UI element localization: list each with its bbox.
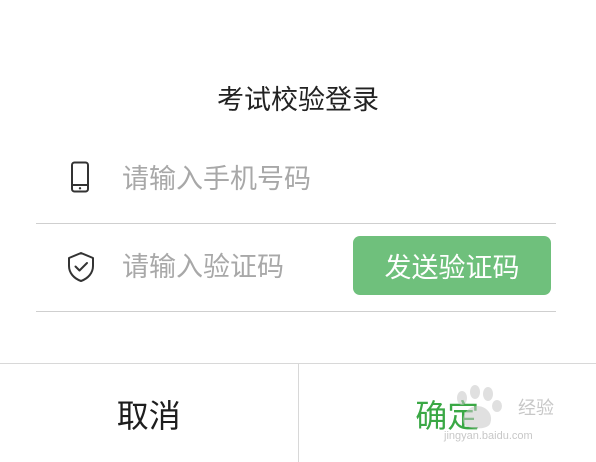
send-code-button[interactable]: 发送验证码 [353, 236, 551, 295]
dialog-footer: 取消 确定 [0, 363, 596, 462]
code-row: 发送验证码 [36, 223, 556, 312]
code-input[interactable] [122, 249, 342, 285]
shield-check-icon [66, 251, 94, 283]
phone-row [36, 135, 556, 224]
dialog-title: 考试校验登录 [217, 85, 379, 116]
phone-input[interactable] [122, 161, 522, 197]
login-dialog: 考试校验登录 发送验证码 取消 确定 [0, 0, 596, 462]
cancel-button[interactable]: 取消 [0, 364, 299, 462]
confirm-button[interactable]: 确定 [298, 364, 596, 462]
mobile-phone-icon [66, 161, 94, 193]
